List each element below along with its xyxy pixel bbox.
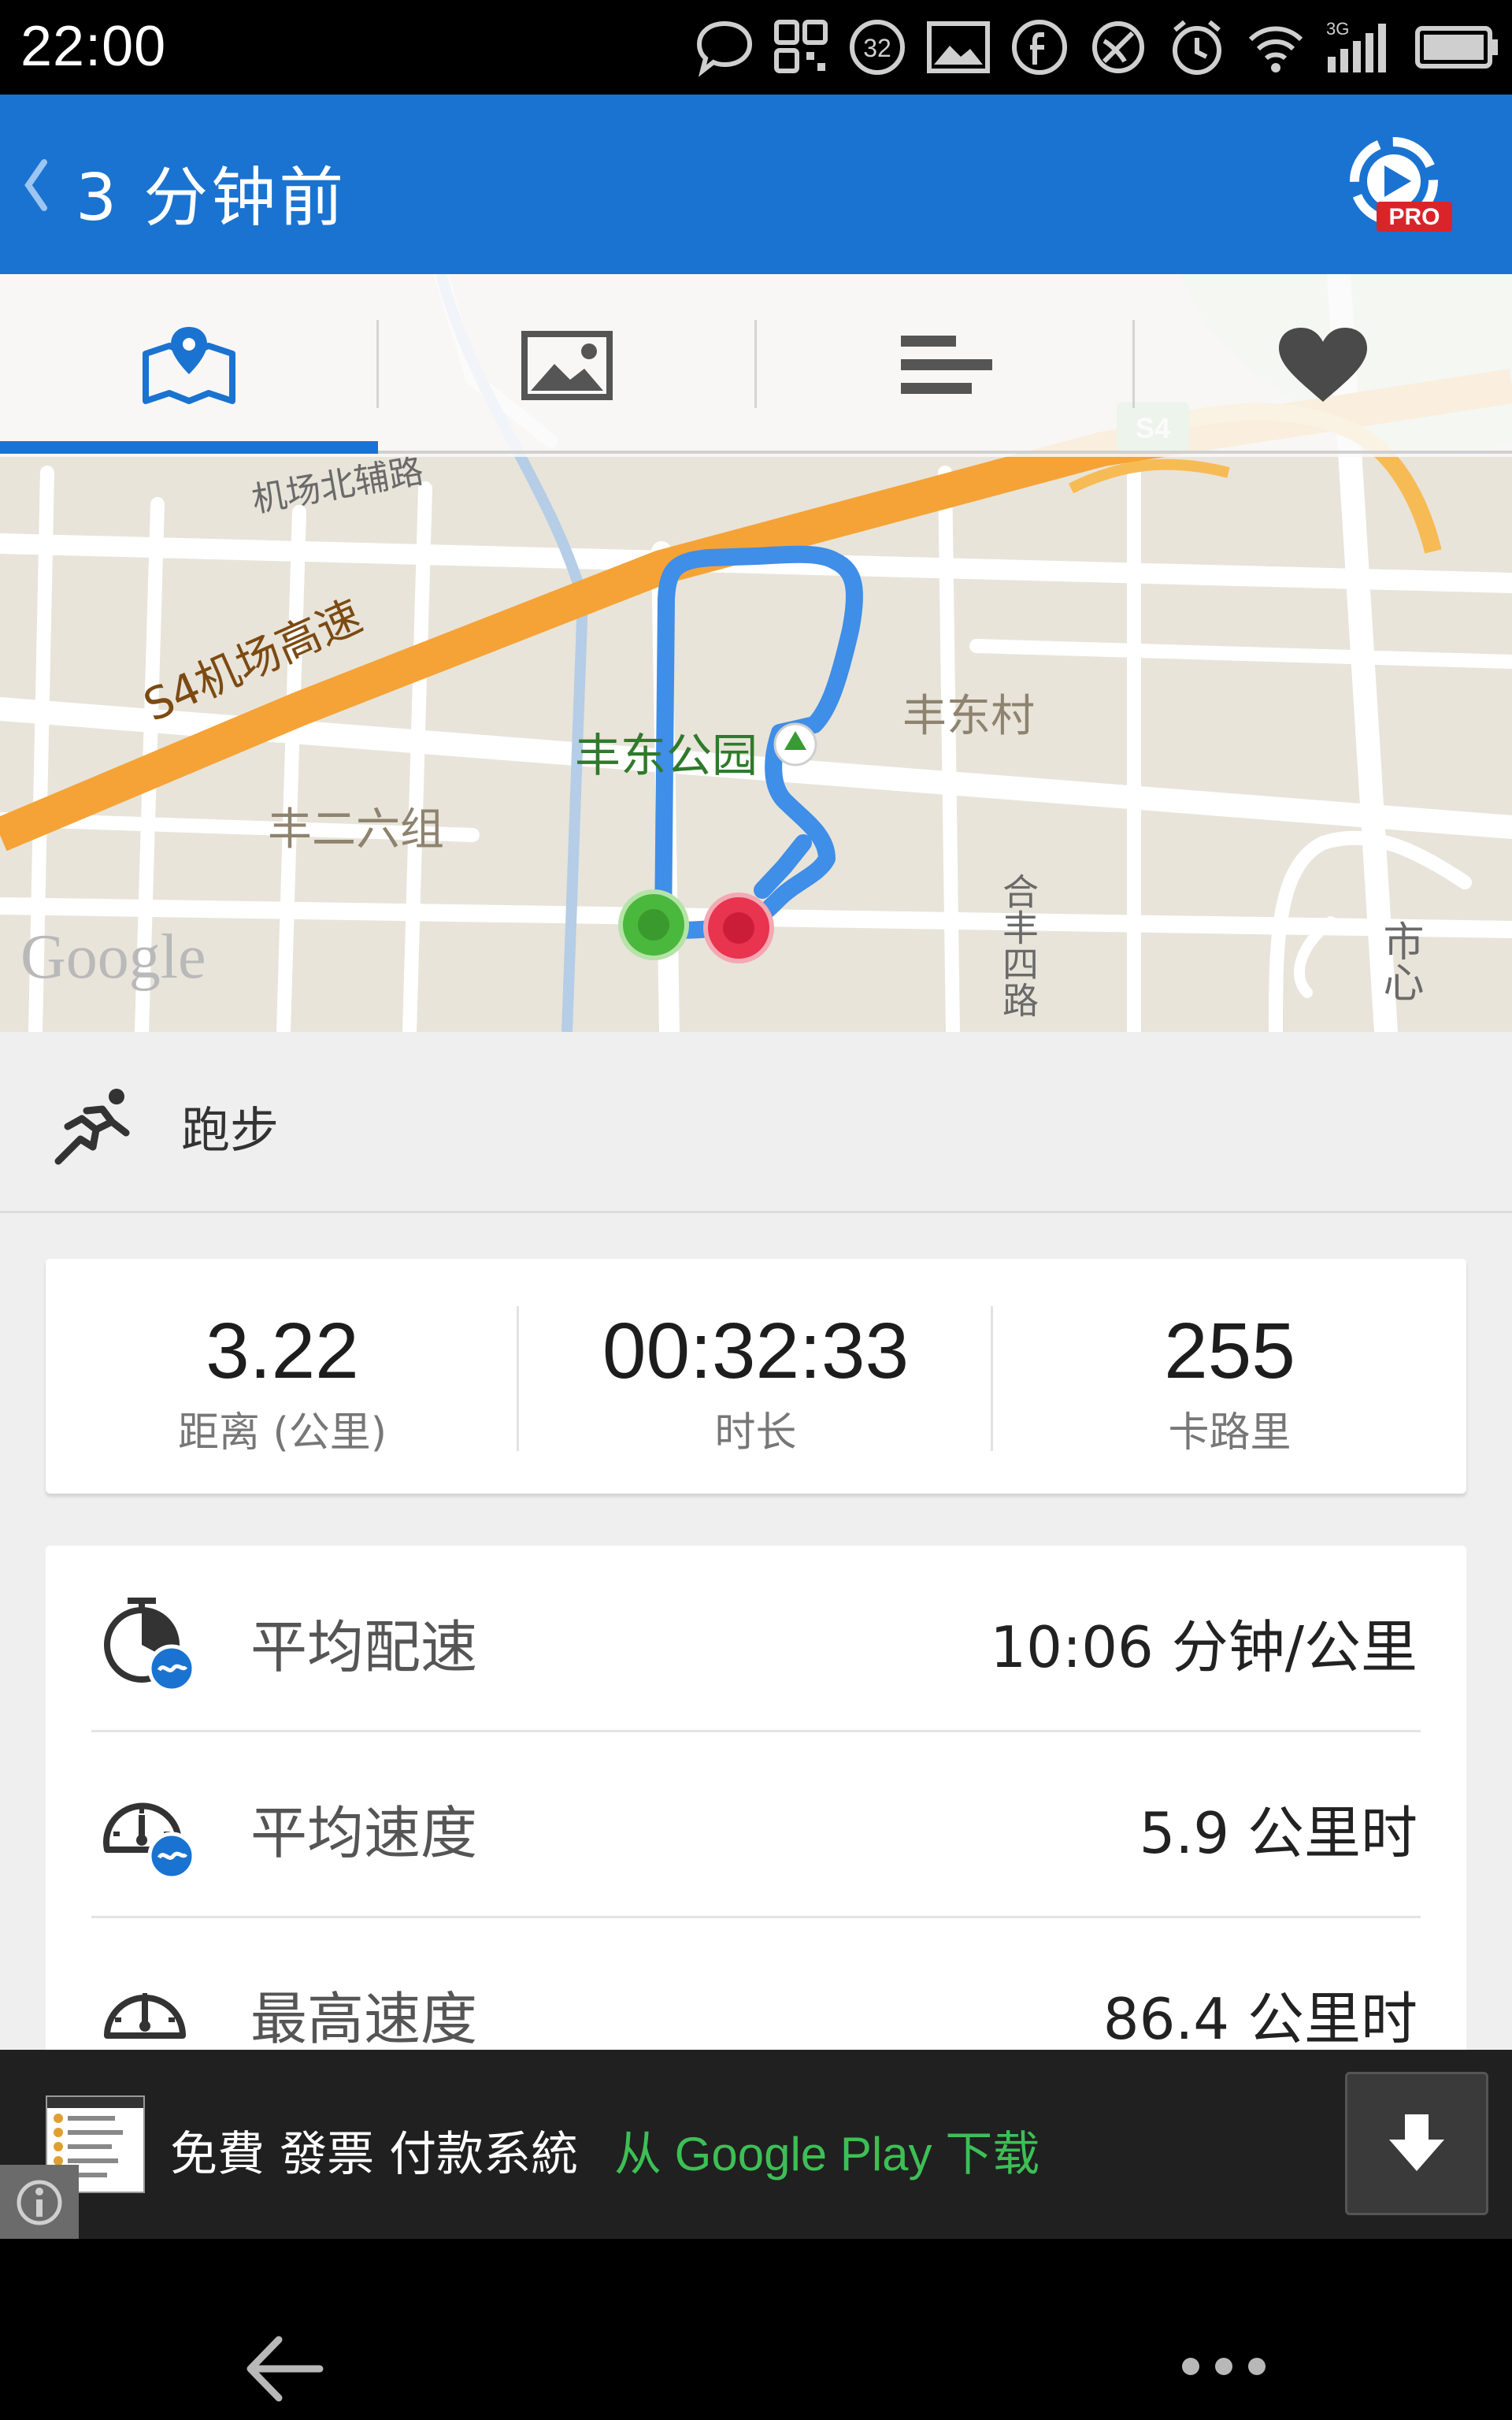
detail-value: 86.4 公里时 [1102,1986,1418,2052]
ad-cta[interactable]: 从 Google Play 下载 [614,2116,1040,2184]
map-label-park: 丰东公园 [575,729,758,782]
tab-splits[interactable] [756,274,1134,457]
detail-label: 平均配速 [250,1614,478,1680]
status-icons: 32 3G [695,8,1501,87]
google-logo: Google [20,922,206,992]
navigation-bar [0,2239,1512,2420]
tab-active-indicator [0,441,378,454]
back-arrow-icon[interactable] [241,2325,328,2412]
map-label-village-east: 丰东村 [902,691,1035,742]
page-title[interactable]: 3 分钟前 [76,145,346,239]
app-root: 22:00 32 3G 3 分钟前 PRO 机场北辅路 S4机场高速 丰东公园 … [0,0,1512,2420]
download-arrow-icon [1389,2114,1444,2171]
wifi-icon [1248,26,1303,72]
runner-icon [54,1089,130,1165]
ad-banner[interactable]: 免費 發票 付款系統 从 Google Play 下载 [0,2050,1512,2240]
ad-info-button[interactable] [0,2165,79,2240]
activity-type-label: 跑步 [181,1101,280,1159]
facebook-icon [1012,20,1067,75]
detail-row-avg-pace: 平均配速 10:06 分钟/公里 [46,1546,1466,1731]
stat-duration: 00:32:33 时长 [519,1259,992,1494]
status-bar: 22:00 32 3G [0,0,1512,95]
stat-label: 距离 (公里) [177,1409,387,1457]
status-time: 22:00 [20,15,167,78]
stat-label: 时长 [714,1409,797,1457]
image-icon [521,331,613,400]
alarm-icon [1173,20,1221,75]
tab-photos[interactable] [378,274,756,457]
info-icon [17,2180,62,2225]
stat-distance: 3.22 距离 (公里) [46,1259,519,1494]
stat-value: 00:32:33 [602,1307,910,1395]
pace-clock-icon [104,1598,196,1693]
stat-label: 卡路里 [1168,1409,1292,1457]
battery-icon [1415,26,1498,69]
tab-map[interactable] [0,274,378,457]
stat-calories: 255 卡路里 [993,1259,1466,1494]
detail-value: 5.9 公里时 [1139,1800,1418,1866]
chat-bubble-icon [696,20,753,77]
summary-card: 3.22 距离 (公里) 00:32:33 时长 255 卡路里 [46,1259,1466,1494]
pro-badge-label: PRO [1388,204,1440,230]
notification-count: 32 [863,34,891,62]
ad-text[interactable]: 免費 發票 付款系統 [170,2116,578,2184]
detail-value: 10:06 分钟/公里 [990,1614,1418,1680]
qr-icon [774,20,828,73]
more-options-icon[interactable] [1173,2327,1276,2406]
map-pin-icon [143,327,235,404]
network-label: 3G [1326,19,1349,39]
map-label-village-west: 丰二六组 [268,804,444,856]
activity-type-row[interactable]: 跑步 [0,1032,1512,1213]
details-card: 平均配速 10:06 分钟/公里 平均速度 5.9 公里时 最高速度 86.4 … [46,1546,1466,2113]
stat-value: 3.22 [206,1307,359,1395]
pro-upgrade-button[interactable]: PRO [1343,134,1454,236]
notification-32-icon: 32 [850,20,905,75]
heart-icon [1279,328,1367,402]
detail-row-avg-speed: 平均速度 5.9 公里时 [46,1731,1466,1917]
map-label-road-right: 市心 [1376,920,1423,1002]
bars-icon [901,336,992,394]
tab-heart[interactable] [1134,274,1512,457]
detail-label: 平均速度 [250,1800,478,1866]
tab-bar [0,274,1512,457]
detail-label: 最高速度 [250,1986,478,2052]
stat-value: 255 [1164,1307,1295,1395]
radar-icon [1092,21,1144,73]
image-icon [927,21,990,73]
map-label-road-south: 合丰四路 [997,873,1040,1018]
signal-3g-icon: 3G [1326,19,1386,72]
app-bar: 3 分钟前 PRO [0,95,1512,274]
speedometer-avg-icon [103,1802,196,1880]
download-button[interactable] [1345,2072,1488,2215]
back-chevron-icon[interactable] [19,150,50,221]
